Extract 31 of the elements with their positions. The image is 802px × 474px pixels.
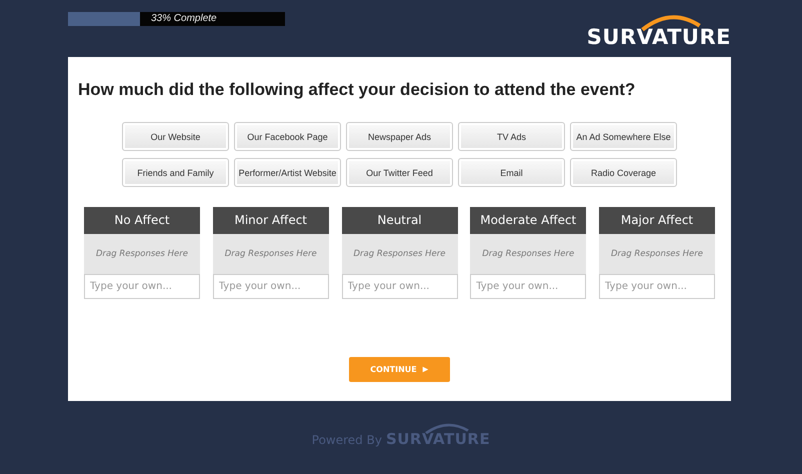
response-option[interactable]: Our Twitter Feed [346,158,453,187]
response-option[interactable]: Our Website [122,122,229,151]
response-option[interactable]: Our Facebook Page [234,122,341,151]
drop-zone[interactable]: Drag Responses Here [212,234,329,274]
powered-by-label: Powered By [312,433,382,447]
drop-zone[interactable]: Drag Responses Here [470,234,586,274]
response-option[interactable]: Email [458,158,565,187]
response-option[interactable]: Radio Coverage [570,158,677,187]
input-field[interactable]: Type your own... [342,274,458,299]
category-header: No Affect [84,207,200,234]
category-header: Minor Affect [212,207,329,234]
input-field[interactable]: Type your own... [212,274,329,299]
category-header: Neutral [342,207,458,234]
response-option[interactable]: TV Ads [458,122,565,151]
footer-logo: SURVATURE [386,421,490,447]
input-field[interactable]: Type your own... [84,274,200,299]
category-header: Moderate Affect [470,207,586,234]
logo: SURVATURE [586,11,731,48]
input-field[interactable]: Type your own... [599,274,715,299]
drop-zone[interactable]: Drag Responses Here [84,234,200,274]
progress-label: 33% Complete [151,12,217,26]
question-text: How much did the following affect your decision to attend the event? [78,79,636,101]
response-option[interactable]: Performer/Artist Website [234,158,341,187]
response-option[interactable]: Friends and Family [122,158,229,187]
response-option[interactable]: Newspaper Ads [346,122,453,151]
drop-zone[interactable]: Drag Responses Here [599,234,715,274]
category-header: Major Affect [599,207,715,234]
drop-zone[interactable]: Drag Responses Here [342,234,458,274]
play-icon [422,366,429,373]
input-field[interactable]: Type your own... [470,274,586,299]
response-option[interactable]: An Ad Somewhere Else [570,122,677,151]
